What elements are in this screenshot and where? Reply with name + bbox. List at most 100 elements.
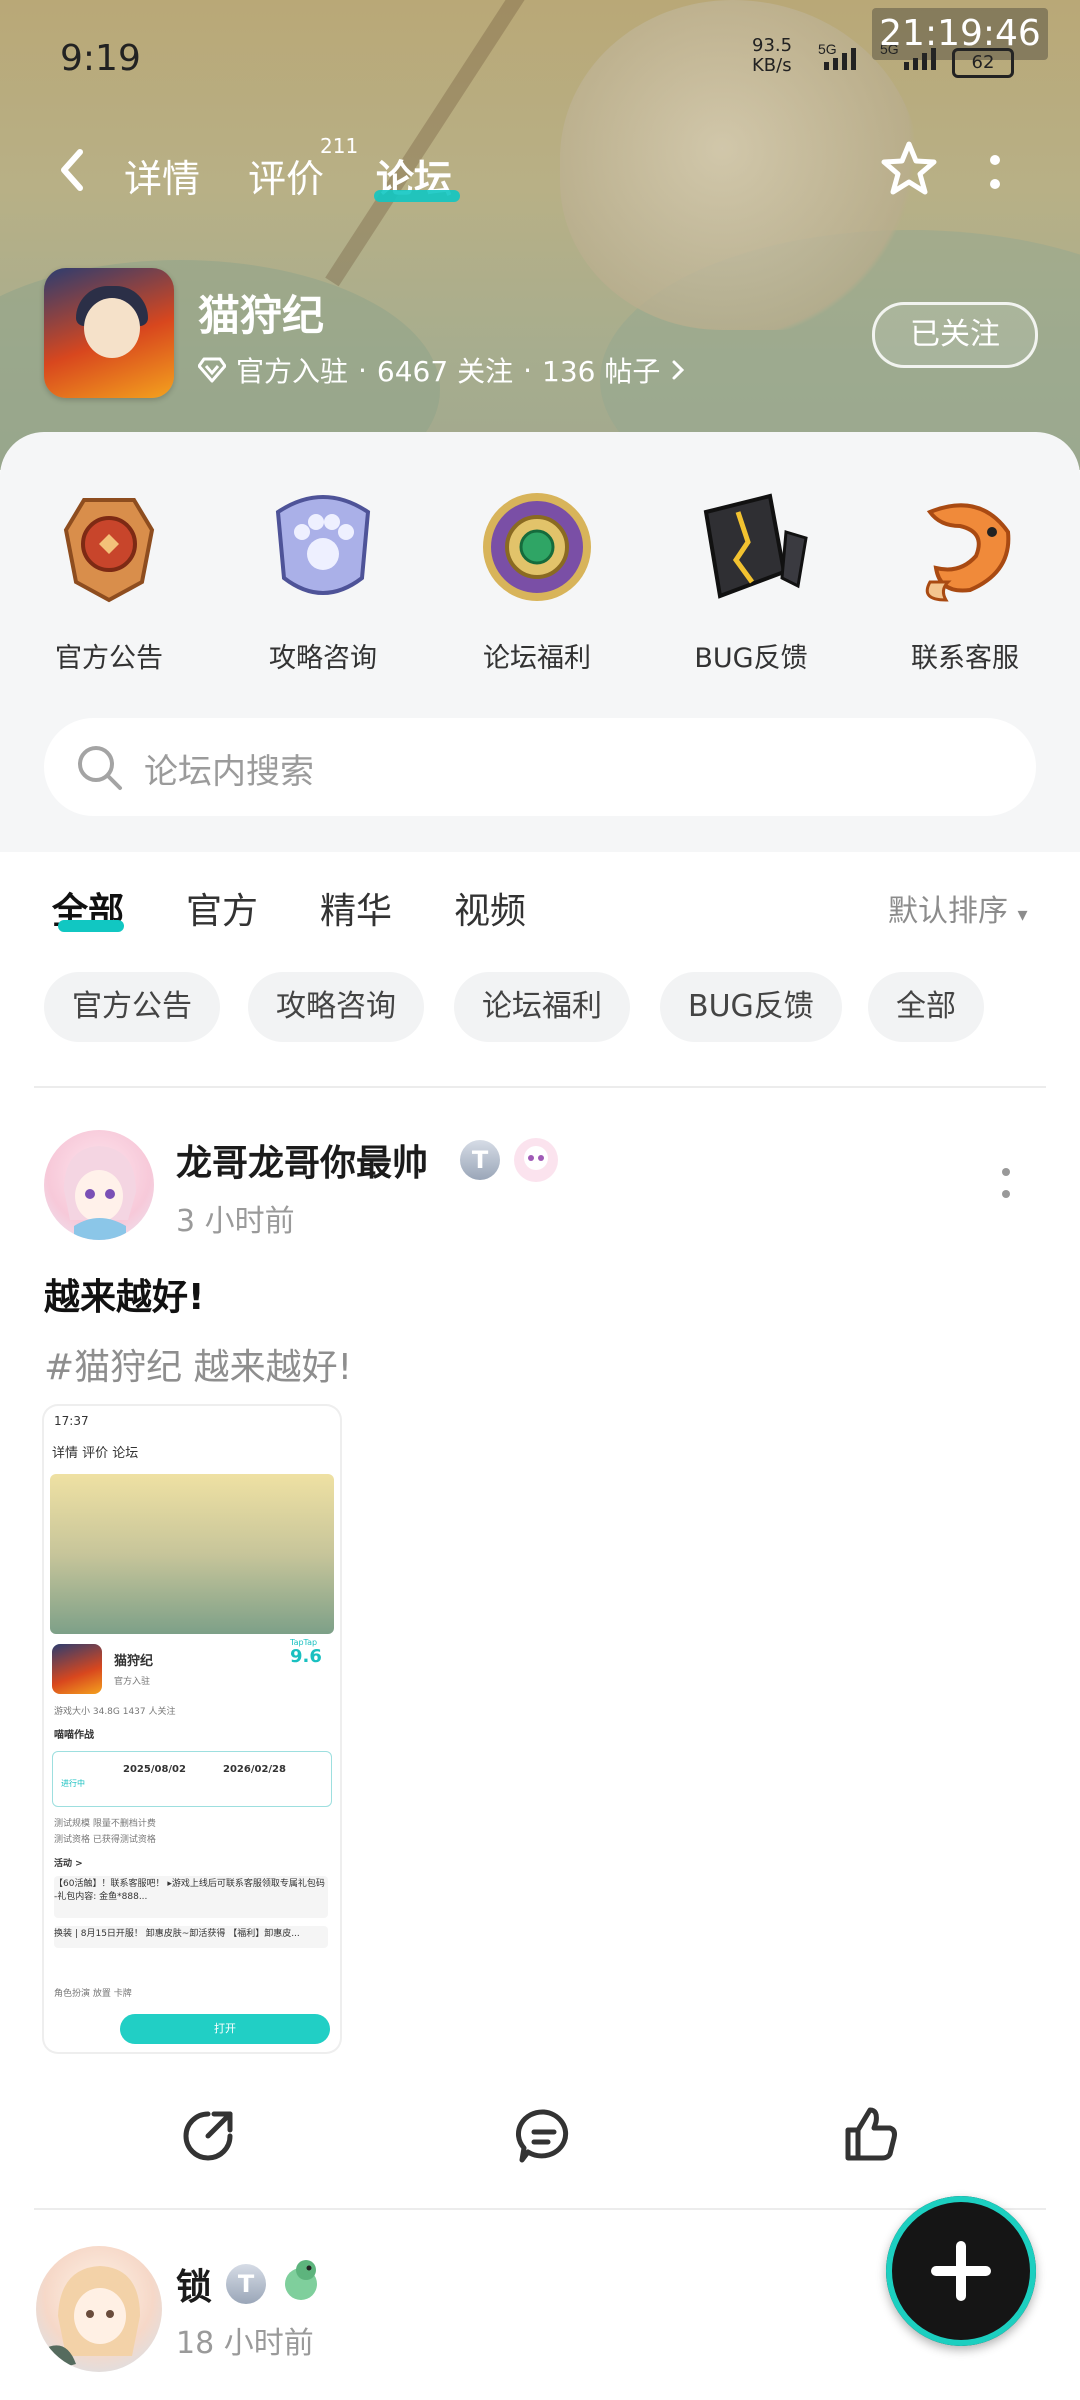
- post-time: 3 小时前: [176, 1204, 295, 1239]
- category-welfare[interactable]: 论坛福利: [452, 482, 622, 675]
- image-text: 游戏大小 34.8G 1437 人关注: [54, 1707, 176, 1717]
- official-label: 官方入驻: [236, 355, 349, 388]
- meta-separator: ·: [523, 353, 532, 387]
- like-icon[interactable]: [840, 2104, 900, 2164]
- tab-reviews[interactable]: 评价: [248, 148, 324, 203]
- image-text: 官方入驻: [114, 1677, 151, 1687]
- filter-tab-official[interactable]: 官方: [186, 882, 258, 934]
- sort-label: 默认排序: [888, 894, 1008, 929]
- image-text: 测试资格 已获得测试资格: [54, 1835, 156, 1845]
- avatar-art: [42, 2266, 140, 2372]
- app-icon[interactable]: [44, 268, 174, 398]
- image-text: 17:37: [54, 1414, 89, 1428]
- network-label: 5G: [818, 42, 837, 57]
- sort-dropdown[interactable]: 默认排序 ▾: [888, 886, 1028, 930]
- reviews-count-badge: 211: [320, 134, 359, 158]
- image-test-card: 进行中 2025/08/02 2026/02/28: [52, 1751, 332, 1807]
- active-filter-indicator: [58, 920, 124, 932]
- image-text: 2026/02/28: [223, 1764, 286, 1775]
- image-banner: [50, 1474, 334, 1634]
- official-diamond-icon: [198, 357, 226, 383]
- image-app-icon: [52, 1644, 102, 1694]
- divider: [34, 1086, 1046, 1088]
- image-text: 猫狩纪: [114, 1654, 154, 1669]
- category-bug-report[interactable]: BUG反馈: [666, 482, 836, 675]
- category-label: 官方公告: [55, 643, 163, 674]
- follow-button[interactable]: 已关注: [872, 302, 1038, 368]
- post-title[interactable]: 越来越好!: [44, 1268, 204, 1320]
- active-tab-indicator: [374, 190, 460, 202]
- level-badge: T: [226, 2264, 266, 2304]
- category-label: 联系客服: [911, 643, 1019, 674]
- post-username[interactable]: 锁: [176, 2258, 212, 2310]
- tab-details[interactable]: 详情: [124, 148, 200, 203]
- image-score: 9.6: [290, 1646, 322, 1667]
- paw-plaque-icon: [275, 495, 371, 595]
- caret-down-icon: ▾: [1017, 902, 1028, 926]
- create-post-button[interactable]: [886, 2196, 1036, 2346]
- top-nav: 详情 评价 211 论坛: [0, 120, 1080, 220]
- fan-badge-icon: [514, 1138, 558, 1182]
- chip-announcement[interactable]: 官方公告: [44, 972, 220, 1042]
- star-icon[interactable]: [878, 138, 940, 200]
- followers-count: 6467 关注: [376, 355, 514, 388]
- meta-separator: ·: [358, 353, 367, 387]
- divider: [34, 2208, 1046, 2210]
- chevron-right-icon: [672, 360, 685, 380]
- signal-icon: 5G: [818, 42, 856, 70]
- post-username[interactable]: 龙哥龙哥你最帅: [176, 1134, 428, 1186]
- posts-count: 136 帖子: [542, 355, 661, 388]
- level-badge: T: [460, 1140, 500, 1180]
- forum-category-panel: 官方公告 攻略咨询 论坛福利 BUG反馈 联系客服 论坛内搜索: [0, 432, 1080, 852]
- image-text: 详情 评价 论坛: [52, 1446, 139, 1461]
- category-label: 攻略咨询: [269, 643, 377, 674]
- app-meta[interactable]: 官方入驻 · 6467 关注 · 136 帖子: [198, 350, 686, 390]
- broken-stone-icon: [703, 493, 808, 599]
- image-text: 喵喵作战: [54, 1730, 94, 1741]
- status-bar: 9:19 93.5 KB/s 5G 5G 62 21:19:46: [0, 0, 1080, 110]
- announcement-icon: [63, 498, 155, 603]
- more-vertical-icon[interactable]: [998, 1164, 1014, 1204]
- image-text: 角色扮演 放置 卡牌: [54, 1989, 132, 1999]
- search-icon: [78, 746, 122, 790]
- forum-search-input[interactable]: 论坛内搜索: [44, 718, 1036, 816]
- category-guide[interactable]: 攻略咨询: [238, 482, 408, 675]
- image-text: 活动 >: [54, 1859, 83, 1869]
- share-icon[interactable]: [178, 2106, 238, 2166]
- image-text: 测试规模 限量不删档计费: [54, 1819, 156, 1829]
- category-customer-service[interactable]: 联系客服: [880, 482, 1050, 675]
- comment-icon[interactable]: [514, 2106, 574, 2166]
- avatar-art: [64, 1146, 136, 1240]
- chip-bug-report[interactable]: BUG反馈: [660, 972, 842, 1042]
- image-text: 【60活触】！联系客服吧！ ▸游戏上线后可联系客服领取专属礼包码 -礼包内容: …: [54, 1876, 328, 1918]
- status-time: 9:19: [60, 38, 141, 79]
- plus-icon: [956, 2241, 966, 2301]
- net-speed: 93.5 KB/s: [752, 35, 793, 76]
- dragon-badge-icon: [285, 2260, 317, 2300]
- image-open-button: 打开: [120, 2014, 330, 2044]
- image-text: 2025/08/02: [123, 1764, 186, 1775]
- more-vertical-icon[interactable]: [980, 148, 1010, 198]
- chip-all[interactable]: 全部: [868, 972, 984, 1042]
- app-icon-art: [84, 298, 140, 358]
- filter-tab-featured[interactable]: 精华: [320, 882, 392, 934]
- category-announcement[interactable]: 官方公告: [24, 482, 194, 675]
- search-placeholder: 论坛内搜索: [144, 752, 314, 792]
- filter-tab-video[interactable]: 视频: [454, 882, 526, 934]
- post-image[interactable]: 17:37 详情 评价 论坛 猫狩纪 官方入驻 TapTap 9.6 游戏大小 …: [44, 1406, 340, 2052]
- gem-badge-icon: [483, 493, 591, 601]
- koi-fish-icon: [925, 503, 1011, 602]
- image-text: 换装 | 8月15日开服！ 卸惠皮肤~卸活获得 【福利】卸惠皮...: [54, 1926, 328, 1948]
- overlay-clock: 21:19:46: [872, 8, 1048, 60]
- avatar[interactable]: [36, 2246, 162, 2372]
- chip-welfare[interactable]: 论坛福利: [454, 972, 630, 1042]
- post-time: 18 小时前: [176, 2326, 314, 2361]
- app-title: 猫狩纪: [198, 291, 325, 340]
- category-label: BUG反馈: [694, 643, 808, 674]
- back-icon[interactable]: [50, 142, 98, 198]
- image-text: 进行中: [61, 1779, 85, 1788]
- post-hashtag[interactable]: #猫狩纪 越来越好!: [44, 1338, 352, 1390]
- avatar[interactable]: [44, 1130, 154, 1240]
- category-label: 论坛福利: [483, 643, 591, 674]
- chip-guide[interactable]: 攻略咨询: [248, 972, 424, 1042]
